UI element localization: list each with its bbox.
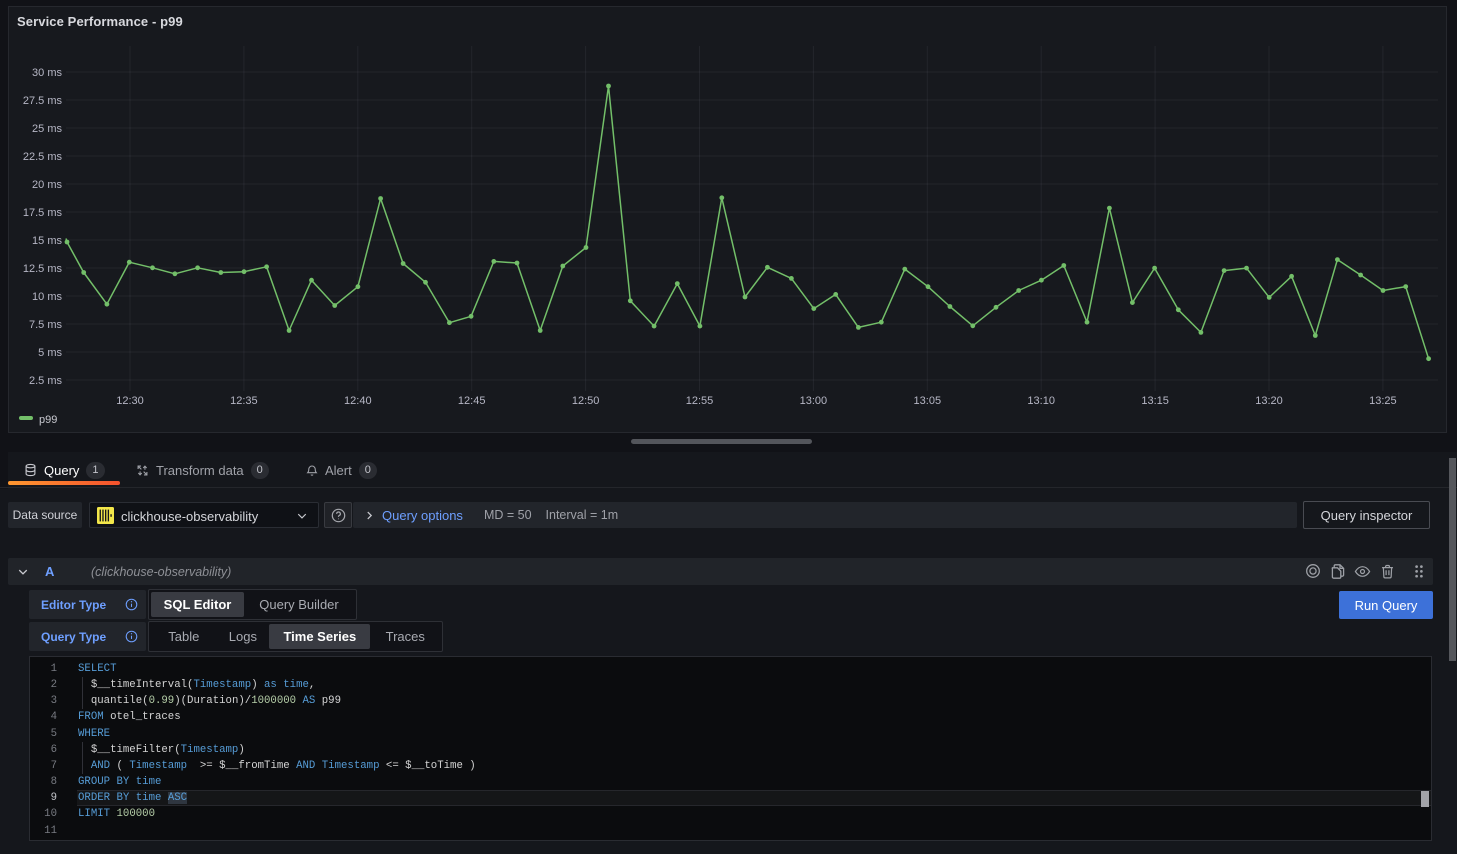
svg-text:13:00: 13:00 — [800, 395, 828, 407]
svg-text:13:10: 13:10 — [1027, 395, 1055, 407]
svg-text:22.5 ms: 22.5 ms — [23, 151, 63, 163]
svg-text:30 ms: 30 ms — [32, 67, 62, 79]
svg-text:20 ms: 20 ms — [32, 179, 62, 191]
svg-text:25 ms: 25 ms — [32, 123, 62, 135]
svg-text:13:15: 13:15 — [1141, 395, 1169, 407]
svg-text:13:05: 13:05 — [914, 395, 942, 407]
svg-text:27.5 ms: 27.5 ms — [23, 95, 63, 107]
svg-text:13:25: 13:25 — [1369, 395, 1397, 407]
svg-text:10 ms: 10 ms — [32, 291, 62, 303]
svg-text:12:50: 12:50 — [572, 395, 600, 407]
svg-text:12:55: 12:55 — [686, 395, 714, 407]
svg-text:7.5 ms: 7.5 ms — [29, 319, 63, 331]
svg-text:12:45: 12:45 — [458, 395, 486, 407]
svg-text:13:20: 13:20 — [1255, 395, 1283, 407]
svg-text:p99: p99 — [39, 414, 57, 426]
svg-text:15 ms: 15 ms — [32, 235, 62, 247]
svg-text:12:40: 12:40 — [344, 395, 372, 407]
svg-text:2.5 ms: 2.5 ms — [29, 375, 63, 387]
svg-text:12:35: 12:35 — [230, 395, 258, 407]
svg-text:12.5 ms: 12.5 ms — [23, 263, 63, 275]
svg-text:12:30: 12:30 — [116, 395, 144, 407]
svg-text:17.5 ms: 17.5 ms — [23, 207, 63, 219]
svg-text:5 ms: 5 ms — [38, 347, 62, 359]
